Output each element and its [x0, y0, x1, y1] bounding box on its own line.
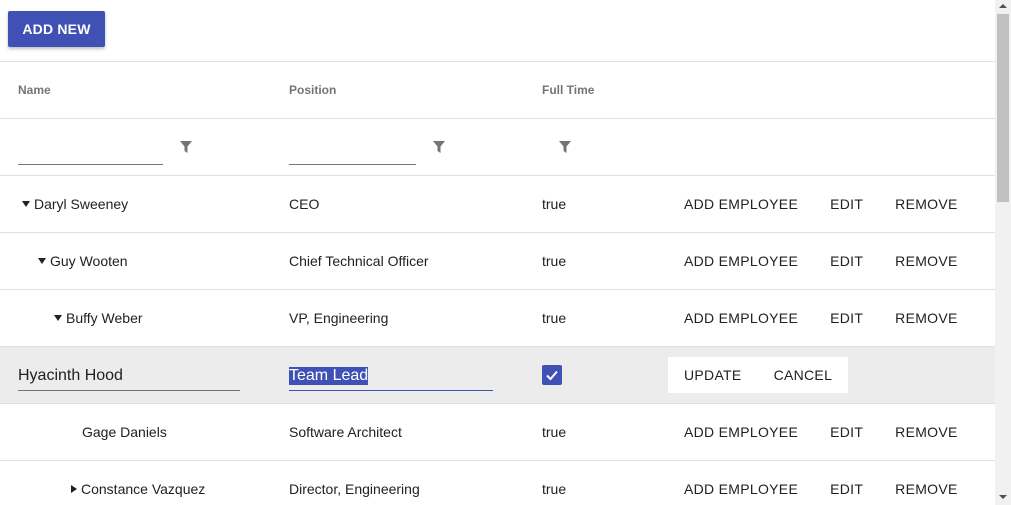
filter-row [0, 119, 995, 176]
table-row: Daryl Sweeney CEO true ADD EMPLOYEE EDIT… [0, 176, 995, 233]
employee-full-time: true [542, 196, 567, 212]
column-header-full-time-label: Full Time [542, 83, 595, 97]
column-header-name-label: Name [18, 83, 51, 97]
name-cell: Gage Daniels [82, 404, 167, 460]
employee-full-time: true [542, 253, 567, 269]
add-new-button[interactable]: ADD NEW [8, 11, 105, 47]
collapse-arrow-icon[interactable] [38, 258, 46, 264]
name-cell: Buffy Weber [54, 290, 143, 346]
position-cell: Software Architect [289, 404, 402, 460]
employee-full-time: true [542, 481, 567, 497]
employee-position: CEO [289, 196, 320, 212]
employee-position: Director, Engineering [289, 481, 420, 497]
add-employee-button[interactable]: ADD EMPLOYEE [668, 300, 814, 336]
edit-button[interactable]: EDIT [814, 243, 879, 279]
column-header-position-label: Position [289, 83, 337, 97]
collapse-arrow-icon[interactable] [22, 201, 30, 207]
position-cell: Director, Engineering [289, 461, 420, 505]
employee-name: Daryl Sweeney [34, 196, 129, 212]
position-cell: VP, Engineering [289, 290, 388, 346]
table-row: Constance Vazquez Director, Engineering … [0, 461, 995, 505]
expand-arrow-icon[interactable] [71, 485, 77, 493]
full-time-cell: true [542, 233, 566, 289]
full-time-cell: true [542, 461, 566, 505]
full-time-cell: true [542, 176, 566, 232]
column-header-full-time[interactable]: Full Time [542, 62, 594, 118]
name-filter-input[interactable] [18, 141, 163, 165]
cancel-button[interactable]: CANCEL [758, 357, 849, 393]
row-actions: ADD EMPLOYEE EDIT REMOVE [668, 290, 974, 346]
add-employee-button[interactable]: ADD EMPLOYEE [668, 414, 814, 450]
grid-toolbar: ADD NEW [0, 0, 995, 62]
name-cell: Guy Wooten [38, 233, 128, 289]
column-header-name[interactable]: Name [18, 62, 51, 118]
employee-full-time: true [542, 424, 567, 440]
employee-position: Chief Technical Officer [289, 253, 429, 269]
edit-row: Team Lead UPDATE CANCEL [0, 347, 995, 404]
position-filter-input[interactable] [289, 141, 416, 165]
table-row: Buffy Weber VP, Engineering true ADD EMP… [0, 290, 995, 347]
column-header-position[interactable]: Position [289, 62, 336, 118]
employee-position: VP, Engineering [289, 310, 389, 326]
add-employee-button[interactable]: ADD EMPLOYEE [668, 243, 814, 279]
edit-button[interactable]: EDIT [814, 186, 879, 222]
update-button[interactable]: UPDATE [668, 357, 758, 393]
employee-full-time: true [542, 310, 567, 326]
full-time-checkbox[interactable] [542, 365, 562, 385]
name-cell: Constance Vazquez [71, 461, 205, 505]
vertical-scrollbar[interactable] [995, 0, 1011, 505]
employee-name: Gage Daniels [82, 424, 167, 440]
scrollbar-thumb[interactable] [997, 14, 1009, 202]
scroll-down-arrow-icon[interactable] [999, 495, 1007, 499]
position-cell: Chief Technical Officer [289, 233, 429, 289]
remove-button[interactable]: REMOVE [879, 414, 973, 450]
name-edit-field[interactable] [18, 361, 240, 391]
name-filter-icon[interactable] [179, 140, 193, 154]
remove-button[interactable]: REMOVE [879, 471, 973, 505]
full-time-cell: true [542, 290, 566, 346]
employee-position: Software Architect [289, 424, 402, 440]
remove-button[interactable]: REMOVE [879, 243, 973, 279]
position-cell: CEO [289, 176, 319, 232]
treelist-grid: Name Position Full Time Daryl Sweeney CE… [0, 62, 995, 505]
full-time-filter-icon[interactable] [558, 140, 572, 154]
row-actions: ADD EMPLOYEE EDIT REMOVE [668, 461, 974, 505]
collapse-arrow-icon[interactable] [54, 315, 62, 321]
header-row: Name Position Full Time [0, 62, 995, 119]
name-cell: Daryl Sweeney [22, 176, 128, 232]
table-row: Gage Daniels Software Architect true ADD… [0, 404, 995, 461]
remove-button[interactable]: REMOVE [879, 300, 973, 336]
edit-button[interactable]: EDIT [814, 471, 879, 505]
edit-button[interactable]: EDIT [814, 300, 879, 336]
full-time-cell: true [542, 404, 566, 460]
employee-name: Buffy Weber [66, 310, 143, 326]
position-edit-field[interactable]: Team Lead [289, 361, 493, 391]
scroll-up-arrow-icon[interactable] [999, 4, 1007, 8]
employee-name: Guy Wooten [50, 253, 128, 269]
add-employee-button[interactable]: ADD EMPLOYEE [668, 471, 814, 505]
position-edit-selected-text: Team Lead [289, 366, 369, 385]
edit-button[interactable]: EDIT [814, 414, 879, 450]
table-row: Guy Wooten Chief Technical Officer true … [0, 233, 995, 290]
row-actions: ADD EMPLOYEE EDIT REMOVE [668, 404, 974, 460]
remove-button[interactable]: REMOVE [879, 186, 973, 222]
row-actions: ADD EMPLOYEE EDIT REMOVE [668, 176, 974, 232]
employee-name: Constance Vazquez [81, 481, 206, 497]
row-actions: ADD EMPLOYEE EDIT REMOVE [668, 233, 974, 289]
add-employee-button[interactable]: ADD EMPLOYEE [668, 186, 814, 222]
checkmark-icon [546, 370, 558, 381]
edit-row-actions: UPDATE CANCEL [668, 357, 849, 393]
position-filter-icon[interactable] [432, 140, 446, 154]
